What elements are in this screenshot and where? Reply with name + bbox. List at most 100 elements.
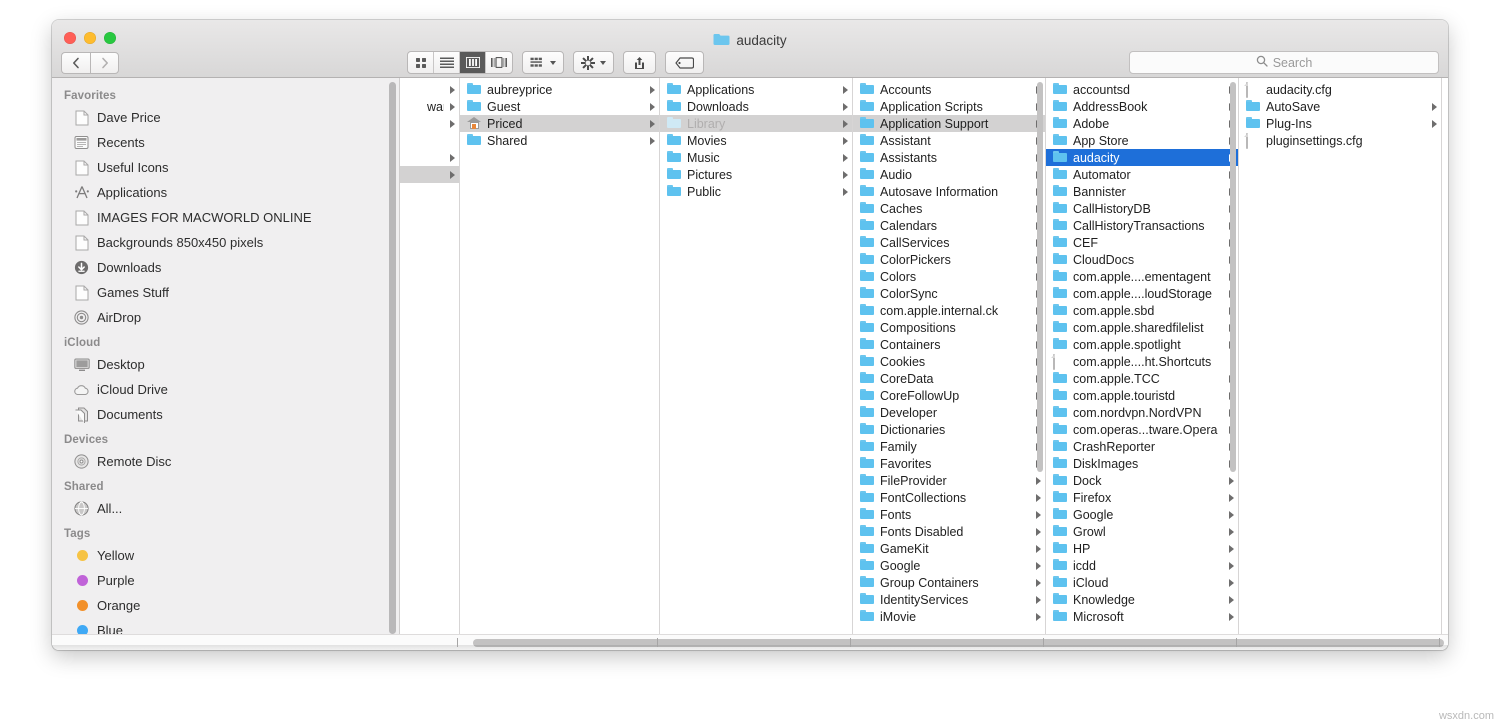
column-row[interactable]: Assistants [853, 149, 1045, 166]
sidebar-scrollbar[interactable] [389, 82, 396, 634]
column-row[interactable]: Family [853, 438, 1045, 455]
sidebar-item-recents[interactable]: Recents [52, 130, 399, 155]
sidebar-item-documents[interactable]: Documents [52, 402, 399, 427]
sidebar-item-icloud-drive[interactable]: iCloud Drive [52, 377, 399, 402]
column-row[interactable]: com.operas...tware.Opera [1046, 421, 1238, 438]
sidebar-item-downloads[interactable]: Downloads [52, 255, 399, 280]
column-row[interactable]: Adobe [1046, 115, 1238, 132]
column-row[interactable]: com.apple....loudStorage [1046, 285, 1238, 302]
column-row[interactable]: Applications [660, 81, 852, 98]
column-row[interactable]: Microsoft [1046, 608, 1238, 625]
column-row[interactable]: Containers [853, 336, 1045, 353]
sidebar-item-orange[interactable]: Orange [52, 593, 399, 618]
action-menu-button[interactable] [573, 51, 614, 74]
column-row[interactable]: Knowledge [1046, 591, 1238, 608]
column-row[interactable]: com.apple.spotlight [1046, 336, 1238, 353]
column-row[interactable]: pluginsettings.cfg [1239, 132, 1441, 149]
forward-button[interactable] [90, 52, 119, 74]
column-row[interactable]: icdd [1046, 557, 1238, 574]
column-row[interactable]: Bannister [1046, 183, 1238, 200]
search-field[interactable]: Search [1129, 51, 1439, 74]
close-button[interactable] [64, 32, 76, 44]
icon-view-button[interactable] [408, 52, 434, 73]
sidebar-item-remote-disc[interactable]: Remote Disc [52, 449, 399, 474]
column-row[interactable]: CloudDocs [1046, 251, 1238, 268]
column-row[interactable]: CrashReporter [1046, 438, 1238, 455]
column-row[interactable]: Colors [853, 268, 1045, 285]
column-row[interactable]: audacity.cfg [1239, 81, 1441, 98]
sidebar-item-useful-icons[interactable]: Useful Icons [52, 155, 399, 180]
sidebar-item-games-stuff[interactable]: Games Stuff [52, 280, 399, 305]
column-row[interactable]: Audio [853, 166, 1045, 183]
column-row[interactable]: Google [853, 557, 1045, 574]
column-row[interactable]: Application Scripts [853, 98, 1045, 115]
column-row[interactable]: Calendars [853, 217, 1045, 234]
column-row[interactable]: Firefox [1046, 489, 1238, 506]
minimize-button[interactable] [84, 32, 96, 44]
gallery-view-button[interactable] [486, 52, 512, 73]
column-row[interactable]: Google [1046, 506, 1238, 523]
column-row[interactable] [400, 149, 459, 166]
column-row[interactable]: iCloud [1046, 574, 1238, 591]
column-row[interactable]: Library [660, 115, 852, 132]
column-row[interactable]: com.apple.sbd [1046, 302, 1238, 319]
column-row[interactable]: com.apple.TCC [1046, 370, 1238, 387]
column-row[interactable]: AddressBook [1046, 98, 1238, 115]
zoom-button[interactable] [104, 32, 116, 44]
back-button[interactable] [61, 52, 90, 74]
sidebar-item-airdrop[interactable]: AirDrop [52, 305, 399, 330]
column-row[interactable]: com.apple.touristd [1046, 387, 1238, 404]
column-scrollbar[interactable] [1230, 82, 1236, 472]
column-row[interactable]: Music [660, 149, 852, 166]
column-row[interactable]: ware [400, 98, 459, 115]
column-row[interactable]: Accounts [853, 81, 1045, 98]
column-row[interactable]: Application Support [853, 115, 1045, 132]
column-row[interactable]: Priced [460, 115, 659, 132]
column-row[interactable]: IdentityServices [853, 591, 1045, 608]
column-scrollbar[interactable] [1037, 82, 1043, 472]
column-row[interactable]: Plug-Ins [1239, 115, 1441, 132]
column-row[interactable]: Favorites [853, 455, 1045, 472]
column-row[interactable]: com.apple....ht.Shortcuts [1046, 353, 1238, 370]
edit-tags-button[interactable] [665, 51, 704, 74]
column-row[interactable]: Dock [1046, 472, 1238, 489]
column-row[interactable]: Growl [1046, 523, 1238, 540]
column-row[interactable]: Developer [853, 404, 1045, 421]
column-row[interactable]: CEF [1046, 234, 1238, 251]
column-row[interactable]: CoreFollowUp [853, 387, 1045, 404]
column-row[interactable]: Cookies [853, 353, 1045, 370]
column-row[interactable]: Group Containers [853, 574, 1045, 591]
column-row[interactable]: iMovie [853, 608, 1045, 625]
column-row[interactable]: GameKit [853, 540, 1045, 557]
column-row[interactable]: Fonts [853, 506, 1045, 523]
column-row[interactable]: Caches [853, 200, 1045, 217]
column-row[interactable]: com.apple.internal.ck [853, 302, 1045, 319]
column-row[interactable]: Downloads [660, 98, 852, 115]
share-button[interactable] [623, 51, 656, 74]
sidebar-item-images-for-macworld-online[interactable]: IMAGES FOR MACWORLD ONLINE [52, 205, 399, 230]
column-row[interactable]: App Store [1046, 132, 1238, 149]
column-row[interactable]: audacity [1046, 149, 1238, 166]
column-row[interactable]: Public [660, 183, 852, 200]
column-row[interactable] [400, 81, 459, 98]
sidebar-item-backgrounds-850x450-pixels[interactable]: Backgrounds 850x450 pixels [52, 230, 399, 255]
column-row[interactable]: Compositions [853, 319, 1045, 336]
column-row[interactable]: Autosave Information [853, 183, 1045, 200]
column-row[interactable]: CoreData [853, 370, 1045, 387]
column-row[interactable]: Dictionaries [853, 421, 1045, 438]
column-row[interactable]: Guest [460, 98, 659, 115]
column-row[interactable]: Assistant [853, 132, 1045, 149]
column-row[interactable]: Fonts Disabled [853, 523, 1045, 540]
sidebar-item-all[interactable]: All... [52, 496, 399, 521]
column-row[interactable]: CallServices [853, 234, 1045, 251]
column-row[interactable]: ColorPickers [853, 251, 1045, 268]
column-row[interactable]: Automator [1046, 166, 1238, 183]
column-row[interactable] [400, 115, 459, 132]
column-row[interactable]: FontCollections [853, 489, 1045, 506]
sidebar-item-yellow[interactable]: Yellow [52, 543, 399, 568]
column-row[interactable]: HP [1046, 540, 1238, 557]
sidebar-item-applications[interactable]: Applications [52, 180, 399, 205]
column-row[interactable]: ColorSync [853, 285, 1045, 302]
arrange-button[interactable] [522, 51, 564, 74]
column-row[interactable]: Shared [460, 132, 659, 149]
